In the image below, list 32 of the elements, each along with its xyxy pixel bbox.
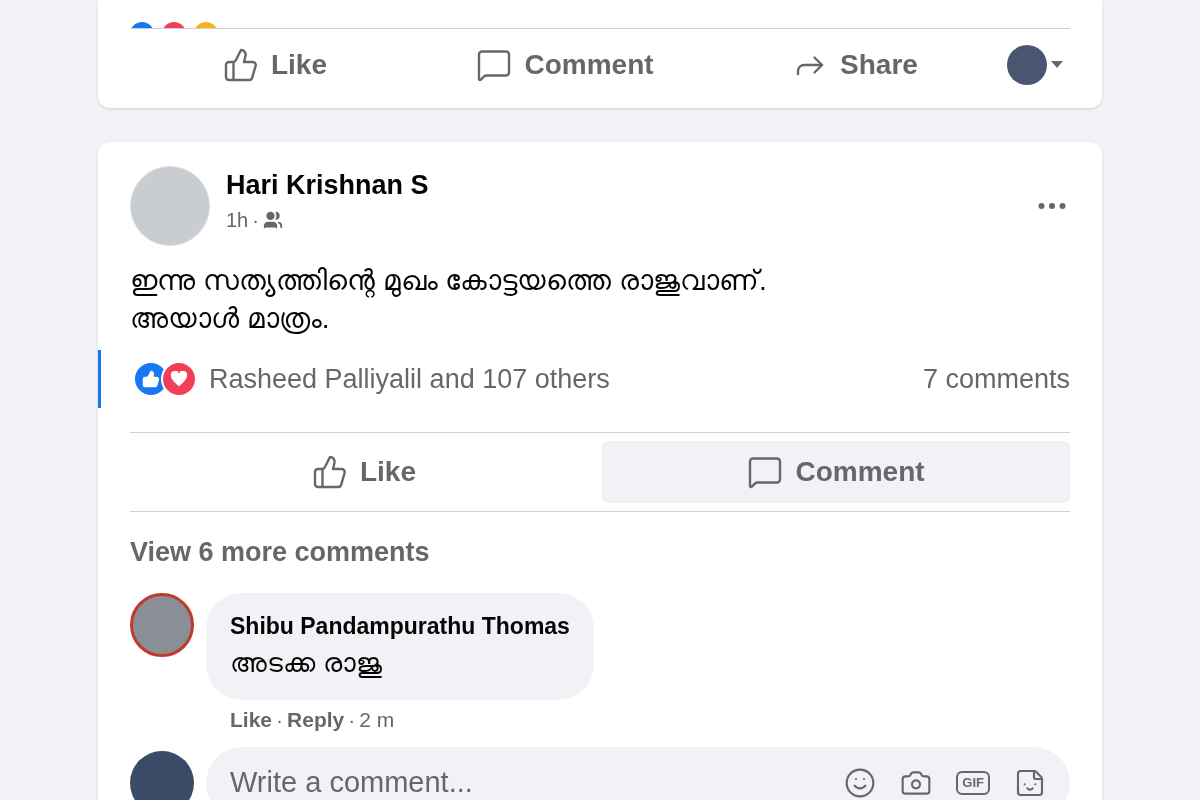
- thumbs-up-icon: [223, 46, 259, 83]
- author-name[interactable]: Hari Krishnan S: [226, 164, 429, 206]
- reactions-summary[interactable]: Rasheed Palliyalil and 107 others: [209, 358, 610, 400]
- comment-button[interactable]: Comment: [420, 43, 710, 86]
- comment-count[interactable]: 7 comments: [922, 358, 1070, 400]
- like-button[interactable]: Like: [130, 43, 420, 86]
- comment-button[interactable]: Comment: [602, 441, 1070, 503]
- caret-icon: [1051, 61, 1063, 68]
- separator-dot: ·: [276, 706, 284, 733]
- emoji-icon[interactable]: [844, 767, 877, 799]
- comment-text: അടക്ക രാജു: [230, 647, 383, 680]
- post-text: ഇന്നു സത്യത്തിന്റെ മുഖം കോട്ടയത്തെ രാജുവാണ്.: [130, 264, 768, 300]
- post-text: അയാൾ മാത്രം.: [130, 302, 331, 336]
- comment-action-link[interactable]: Reply: [287, 703, 345, 735]
- like-button[interactable]: Like: [130, 441, 598, 503]
- comment-author[interactable]: Shibu Pandampurathu Thomas: [230, 608, 570, 643]
- sticker-icon[interactable]: [1014, 767, 1046, 799]
- comment-time[interactable]: 2 m: [359, 703, 395, 735]
- comment-input[interactable]: Write a comment...: [230, 761, 845, 800]
- friends-icon: [262, 210, 283, 231]
- separator-dot: ·: [252, 208, 259, 234]
- thumbs-up-icon: [312, 454, 348, 490]
- comment-action-link[interactable]: Like: [230, 703, 273, 735]
- avatar: [1007, 44, 1047, 85]
- comment-input-field[interactable]: Write a comment... GIF: [206, 747, 1070, 800]
- gif-button[interactable]: GIF: [956, 771, 990, 795]
- separator-dot: ·: [348, 706, 356, 733]
- speech-bubble-icon: [747, 454, 784, 490]
- avatar: [130, 751, 194, 800]
- post-time[interactable]: 1h: [226, 205, 249, 236]
- share-button[interactable]: Share: [710, 43, 1000, 86]
- view-more-comments-link[interactable]: View 6 more comments: [130, 532, 430, 573]
